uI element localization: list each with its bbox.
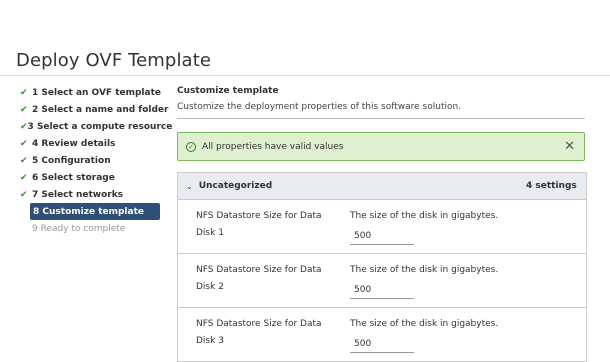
- property-name: NFS Datastore Size for Data Disk 2: [196, 262, 336, 296]
- alert-message: All properties have valid values: [202, 141, 344, 152]
- property-row: NFS Datastore Size for Data Disk 1 The s…: [178, 200, 586, 254]
- title-divider: [0, 75, 610, 76]
- step-label: 6 Select storage: [32, 172, 115, 183]
- property-name: NFS Datastore Size for Data Disk 3: [196, 316, 336, 350]
- property-row: NFS Datastore Size for Data Disk 3 The s…: [178, 308, 586, 361]
- group-name: Uncategorized: [198, 181, 273, 191]
- property-name-line2: Disk 2: [196, 282, 224, 292]
- property-name-line2: Disk 3: [196, 336, 224, 346]
- group-header[interactable]: ⌄ Uncategorized 4 settings: [178, 173, 586, 200]
- step-5[interactable]: ✔ 5 Configuration: [20, 152, 170, 169]
- section-subtitle: Customize the deployment properties of t…: [177, 102, 462, 112]
- wizard-steps: ✔ 1 Select an OVF template ✔ 2 Select a …: [20, 84, 173, 237]
- group-count: 4 settings: [526, 181, 577, 191]
- check-icon: ✔: [20, 138, 28, 149]
- property-name-line2: Disk 1: [196, 228, 224, 238]
- property-description: The size of the disk in gigabytes.: [350, 211, 499, 221]
- disk-size-input[interactable]: [350, 336, 414, 353]
- main-content: Customize template Customize the deploym…: [177, 84, 587, 362]
- disk-size-input[interactable]: [350, 282, 414, 299]
- check-icon: ✔: [20, 87, 28, 98]
- step-4[interactable]: ✔ 4 Review details: [20, 135, 170, 152]
- close-icon[interactable]: ✕: [564, 139, 575, 154]
- step-9: 9 Ready to complete: [32, 220, 170, 237]
- dialog-title: Deploy OVF Template: [16, 50, 212, 71]
- step-label: 2 Select a name and folder: [32, 104, 169, 115]
- step-label: 8 Customize template: [33, 206, 144, 217]
- step-2[interactable]: ✔ 2 Select a name and folder: [20, 101, 170, 118]
- section-title: Customize template: [177, 86, 279, 96]
- check-icon: ✔: [20, 104, 28, 115]
- check-icon: ✔: [20, 155, 28, 166]
- property-description: The size of the disk in gigabytes.: [350, 265, 499, 275]
- check-circle-icon: ✓: [186, 141, 196, 152]
- check-icon: ✔: [20, 172, 28, 183]
- check-icon: ✔: [20, 189, 28, 200]
- step-6[interactable]: ✔ 6 Select storage: [20, 169, 170, 186]
- disk-size-input[interactable]: [350, 228, 414, 245]
- property-name-line1: NFS Datastore Size for Data: [196, 319, 322, 329]
- check-icon: ✔: [20, 121, 28, 132]
- step-label: 3 Select a compute resource: [27, 121, 173, 132]
- step-8-active[interactable]: 8 Customize template: [30, 203, 160, 220]
- step-3[interactable]: ✔ 3 Select a compute resource: [20, 118, 173, 135]
- property-description: The size of the disk in gigabytes.: [350, 319, 499, 329]
- chevron-down-icon[interactable]: ⌄: [186, 182, 193, 191]
- property-name-line1: NFS Datastore Size for Data: [196, 265, 322, 275]
- step-label: 1 Select an OVF template: [32, 87, 162, 98]
- step-label: 4 Review details: [32, 138, 116, 149]
- step-label: 7 Select networks: [32, 189, 124, 200]
- property-name-line1: NFS Datastore Size for Data: [196, 211, 322, 221]
- step-7[interactable]: ✔ 7 Select networks: [20, 186, 170, 203]
- section-divider: [177, 118, 585, 119]
- properties-grid: ⌄ Uncategorized 4 settings NFS Datastore…: [177, 172, 587, 362]
- step-label: 9 Ready to complete: [32, 223, 126, 234]
- property-name: NFS Datastore Size for Data Disk 1: [196, 208, 336, 242]
- validation-alert: ✓ All properties have valid values ✕: [177, 132, 585, 161]
- property-row: NFS Datastore Size for Data Disk 2 The s…: [178, 254, 586, 308]
- step-label: 5 Configuration: [32, 155, 111, 166]
- step-1[interactable]: ✔ 1 Select an OVF template: [20, 84, 170, 101]
